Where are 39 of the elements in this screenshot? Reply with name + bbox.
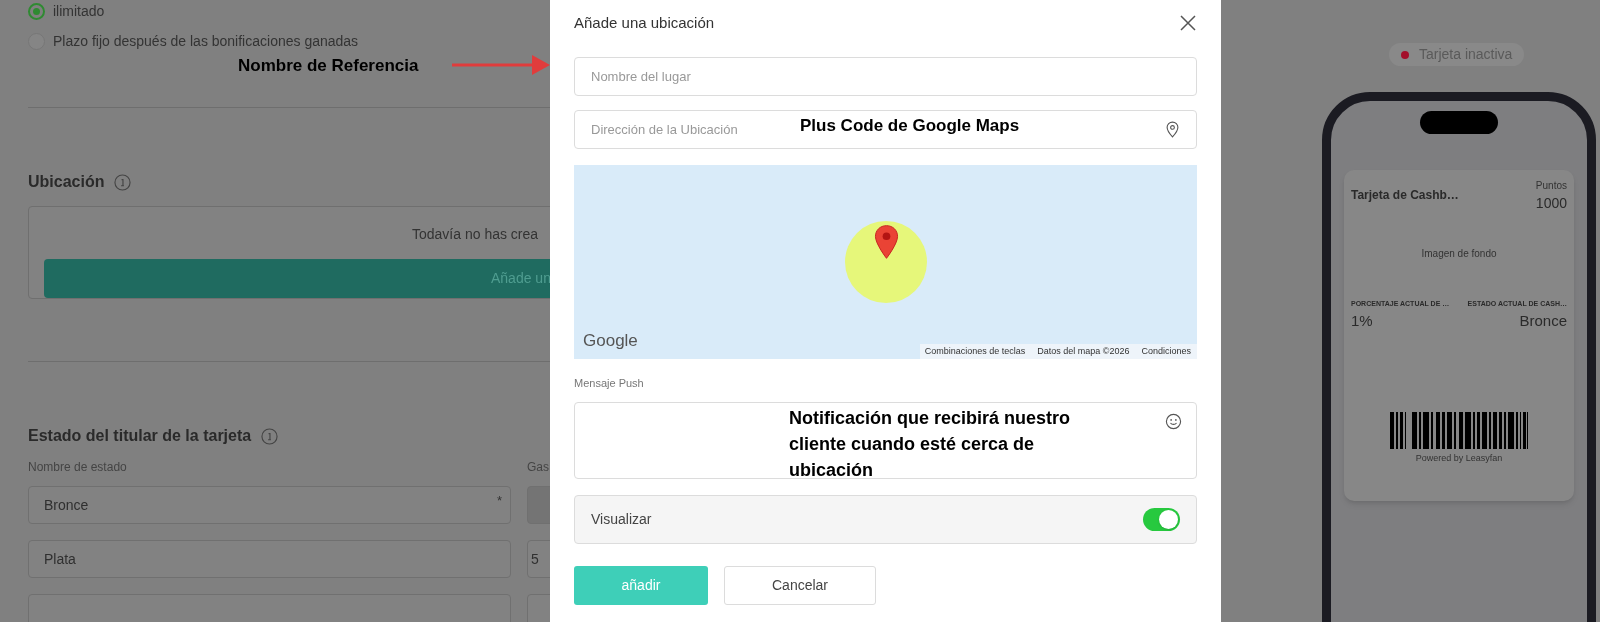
points-value: 1000: [1535, 194, 1567, 213]
close-icon[interactable]: [1180, 15, 1196, 31]
map-marker-icon[interactable]: [874, 224, 899, 260]
map-attribution-link[interactable]: Datos del mapa ©2026: [1037, 344, 1130, 359]
dialog-title: Añade una ubicación: [574, 12, 715, 33]
map-attribution-link[interactable]: Combinaciones de teclas: [924, 344, 1026, 359]
required-marker: *: [496, 492, 502, 510]
message-field[interactable]: [574, 401, 1197, 479]
field-value: 1%: [1351, 310, 1373, 331]
emoji-icon[interactable]: [1165, 412, 1182, 430]
radio-label: Plazo fijo después de las bonificaciones ganadas: [53, 31, 359, 51]
arrow-icon: [452, 54, 550, 76]
map-attribution-link[interactable]: Condiciones: [1141, 344, 1191, 359]
empty-message: Todavía no has crea: [411, 225, 540, 244]
annotation-label: Plus Code de Google Maps: [800, 115, 1020, 137]
setting-label: Visualizar: [591, 509, 652, 529]
dialog-button[interactable]: Cancelar: [724, 565, 876, 605]
radio-button[interactable]: [28, 2, 45, 20]
radio-label: ilimitado: [53, 1, 105, 21]
section-title: Estado del titular de la tarjeta: [28, 426, 252, 446]
powered-by-label: Powered by Leasyfan: [1415, 452, 1503, 465]
card-title: Tarjeta de Cashb…: [1351, 187, 1459, 204]
field-value: Bronce: [1519, 310, 1567, 331]
column-label: Nombre de estado: [28, 459, 128, 476]
input-field[interactable]: 5: [527, 540, 550, 578]
background-image-label: Imagen de fondo: [1421, 247, 1497, 261]
annotation-label: Nombre de Referencia: [238, 55, 419, 77]
section-title: Ubicación: [28, 172, 105, 192]
field-label: Mensaje Push: [574, 376, 645, 391]
toggle-switch[interactable]: [1143, 507, 1180, 531]
location-pin-icon[interactable]: [1166, 121, 1179, 138]
column-label: Gas: [527, 459, 549, 476]
info-icon[interactable]: [114, 173, 132, 191]
info-icon[interactable]: [261, 427, 279, 445]
map[interactable]: Google Combinaciones de teclas Datos del mapa ©2026 Condiciones: [574, 165, 1197, 359]
google-logo[interactable]: Google: [583, 327, 638, 353]
points-label: Puntos: [1535, 179, 1567, 193]
annotation-label: Notificación que recibirá nuestro cliente cuando esté cerca de ubicación: [789, 407, 1072, 482]
input-field[interactable]: Plata: [28, 540, 511, 578]
